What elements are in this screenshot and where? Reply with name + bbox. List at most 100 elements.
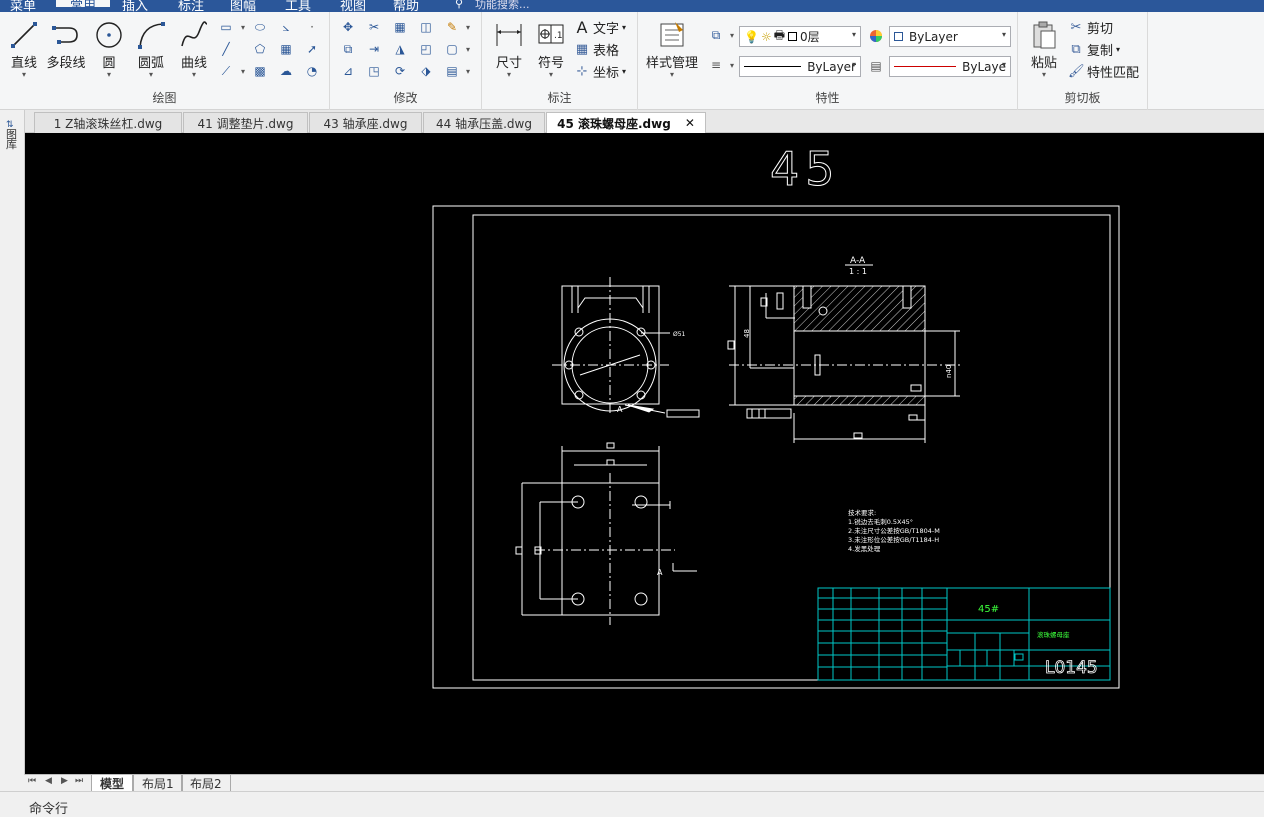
close-icon[interactable]: ✕ <box>685 116 695 130</box>
document-tab-bar: 1 Z轴滚珠丝杠.dwg 41 调整垫片.dwg 43 轴承座.dwg 44 轴… <box>0 110 1264 133</box>
tab-doc-3[interactable]: 43 轴承座.dwg <box>309 112 422 133</box>
tab-doc-5[interactable]: 45 滚珠螺母座.dwg ✕ <box>546 112 706 133</box>
rotate-icon[interactable]: ⟳ <box>390 62 410 80</box>
tab-layout2[interactable]: 布局2 <box>181 775 231 791</box>
tab-doc-1[interactable]: 1 Z轴滚珠丝杠.dwg <box>34 112 182 133</box>
text-icon: A <box>576 18 588 37</box>
scale-icon[interactable]: ◳ <box>364 62 384 80</box>
color-swatch <box>894 32 903 41</box>
trim-icon[interactable]: ✂ <box>364 18 384 36</box>
chevron-down-icon[interactable]: ▾ <box>458 40 478 58</box>
construction-line-icon[interactable]: ╱ <box>216 40 236 58</box>
text-label: 文字 <box>593 22 620 37</box>
pointer-icon[interactable]: ➚ <box>302 40 322 58</box>
tab-doc-4[interactable]: 44 轴承压盖.dwg <box>423 112 545 133</box>
menu-item-menu[interactable]: 菜单 <box>10 0 36 12</box>
match-properties-button[interactable]: 🖌 特性匹配 <box>1068 62 1139 81</box>
function-search[interactable]: 功能搜索... <box>475 0 530 12</box>
cad-window: 菜单 常用 插入 标注 图幅 工具 视图 帮助 ⚲ 功能搜索... 直线 ▾ 多… <box>0 0 1264 817</box>
angle-icon[interactable]: ⦣ <box>276 18 296 36</box>
linetype-combo[interactable]: ByLayer ▾ <box>739 56 861 77</box>
curve-button[interactable]: 曲线 ▾ <box>176 20 212 79</box>
symbol-button[interactable]: .1 符号 ▾ <box>532 20 570 79</box>
menu-item-sheet[interactable]: 图幅 <box>230 0 256 12</box>
menu-item-tools[interactable]: 工具 <box>285 0 311 12</box>
title-block-material: 45# <box>978 604 999 615</box>
wipeout-icon[interactable]: ◔ <box>302 62 322 80</box>
copy-label: 复制 <box>1087 44 1114 59</box>
menu-item-view[interactable]: 视图 <box>340 0 366 12</box>
array-icon[interactable]: ▦ <box>390 18 410 36</box>
menu-item-insert[interactable]: 插入 <box>122 0 148 12</box>
modify-group: ✥ ✂ ▦ ◫ ✎ ▾ ⧉ ⇥ ◮ ◰ ▢ ▾ ⊿ ◳ ⟳ ⬗ ▤ ▾ 修改 <box>330 12 482 110</box>
offset-icon[interactable]: ◰ <box>416 40 436 58</box>
mirror-icon[interactable]: ◮ <box>390 40 410 58</box>
cut-button[interactable]: ✂ 剪切 <box>1068 18 1113 37</box>
point-icon[interactable]: · <box>302 18 322 36</box>
style-manager-button[interactable]: 样式管理 ▾ <box>644 20 700 79</box>
chevron-down-icon: ▾ <box>669 70 674 79</box>
chevron-down-icon[interactable]: ▾ <box>458 18 478 36</box>
last-layout-button[interactable]: ⏭ <box>75 776 83 786</box>
lineweight-icon[interactable]: ▤ <box>866 57 886 75</box>
chevron-down-icon[interactable]: ▾ <box>458 62 478 80</box>
clipboard-group-label: 剪切板 <box>1064 91 1101 105</box>
tab-label: 44 轴承压盖.dwg <box>436 116 532 131</box>
dimension-button[interactable]: 尺寸 ▾ <box>490 20 528 79</box>
tab-layout1[interactable]: 布局1 <box>133 775 183 791</box>
top-view <box>515 442 697 625</box>
title-block-drawing-no: L0145 <box>1045 658 1098 678</box>
polyline-button[interactable]: 多段线 <box>44 20 88 71</box>
stretch-icon[interactable]: ⊿ <box>338 62 358 80</box>
style-manager-icon <box>660 22 684 47</box>
menu-item-home[interactable]: 常用 <box>56 0 111 12</box>
text-button[interactable]: A 文字 ▾ <box>574 18 627 37</box>
menu-item-help[interactable]: 帮助 <box>393 0 419 12</box>
sun-icon: ☼ <box>760 29 772 44</box>
svg-text:.1: .1 <box>554 31 563 41</box>
hatch-pattern-icon[interactable]: ▦ <box>276 40 296 58</box>
paste-button[interactable]: 粘贴 ▾ <box>1026 20 1062 79</box>
drawing-canvas[interactable]: 45 Ø51 A A-A 1: 1 48 n40 A 技术要求: 1.锐边去毛… <box>25 133 1264 774</box>
menu-item-annotate[interactable]: 标注 <box>178 0 204 12</box>
circle-button[interactable]: 圆 ▾ <box>92 20 126 79</box>
first-layout-button[interactable]: ⏮ <box>28 776 36 786</box>
tab-model[interactable]: 模型 <box>91 775 134 791</box>
command-line[interactable]: 命令行 <box>0 791 1264 817</box>
color-wheel-icon[interactable] <box>866 27 886 45</box>
table-button[interactable]: ▦ 表格 <box>574 40 619 59</box>
prev-layout-button[interactable]: ◀ <box>45 776 52 786</box>
region-icon[interactable]: ⬠ <box>250 40 270 58</box>
sheet-outer-border <box>432 205 1120 689</box>
ellipse-icon[interactable]: ⬭ <box>250 18 270 36</box>
dim-section-left: 48 <box>743 329 751 338</box>
tech-req-item: 4.发黑处理 <box>848 544 881 553</box>
tab-label: 41 调整垫片.dwg <box>197 116 294 131</box>
symbol-label: 符号 <box>537 56 564 71</box>
next-layout-button[interactable]: ▶ <box>61 776 68 786</box>
tab-doc-2[interactable]: 41 调整垫片.dwg <box>183 112 308 133</box>
search-icon[interactable]: ⚲ <box>455 0 463 10</box>
lineweight-combo[interactable]: ByLaye ▾ <box>889 56 1011 77</box>
explode-icon[interactable]: ⬗ <box>416 62 436 80</box>
cut-label: 剪切 <box>1087 22 1114 37</box>
revcloud-icon[interactable]: ☁ <box>276 62 296 80</box>
arc-button[interactable]: 圆弧 ▾ <box>132 20 170 79</box>
color-combo[interactable]: ByLayer ▾ <box>889 26 1011 47</box>
break-icon[interactable]: ◫ <box>416 18 436 36</box>
copy-button[interactable]: ⧉ 复制 ▾ <box>1068 40 1120 59</box>
chevron-down-icon: ▾ <box>106 70 111 79</box>
draw-group: 直线 ▾ 多段线 圆 ▾ 圆弧 ▾ 曲线 ▾ ▭ ▾ ⬭ ⦣ · ╱ ⬠ ▦ ➚… <box>0 12 330 110</box>
chevron-down-icon: ▾ <box>1001 30 1006 39</box>
line-button[interactable]: 直线 ▾ <box>6 20 42 79</box>
layer-combo[interactable]: 💡 ☼ 🖶 0层 ▾ <box>739 26 861 47</box>
coordinate-button[interactable]: ⊹ 坐标 ▾ <box>574 62 626 81</box>
library-panel-button[interactable]: ⇅ 图库 <box>6 120 18 150</box>
move-icon[interactable]: ✥ <box>338 18 358 36</box>
section-scale: 1 : 1 <box>849 267 867 276</box>
command-line-label: 命令行 <box>29 802 69 817</box>
extend-icon[interactable]: ⇥ <box>364 40 384 58</box>
ribbon: 直线 ▾ 多段线 圆 ▾ 圆弧 ▾ 曲线 ▾ ▭ ▾ ⬭ ⦣ · ╱ ⬠ ▦ ➚… <box>0 12 1264 110</box>
copy-objects-icon[interactable]: ⧉ <box>338 40 358 58</box>
hatch-icon[interactable]: ▩ <box>250 62 270 80</box>
